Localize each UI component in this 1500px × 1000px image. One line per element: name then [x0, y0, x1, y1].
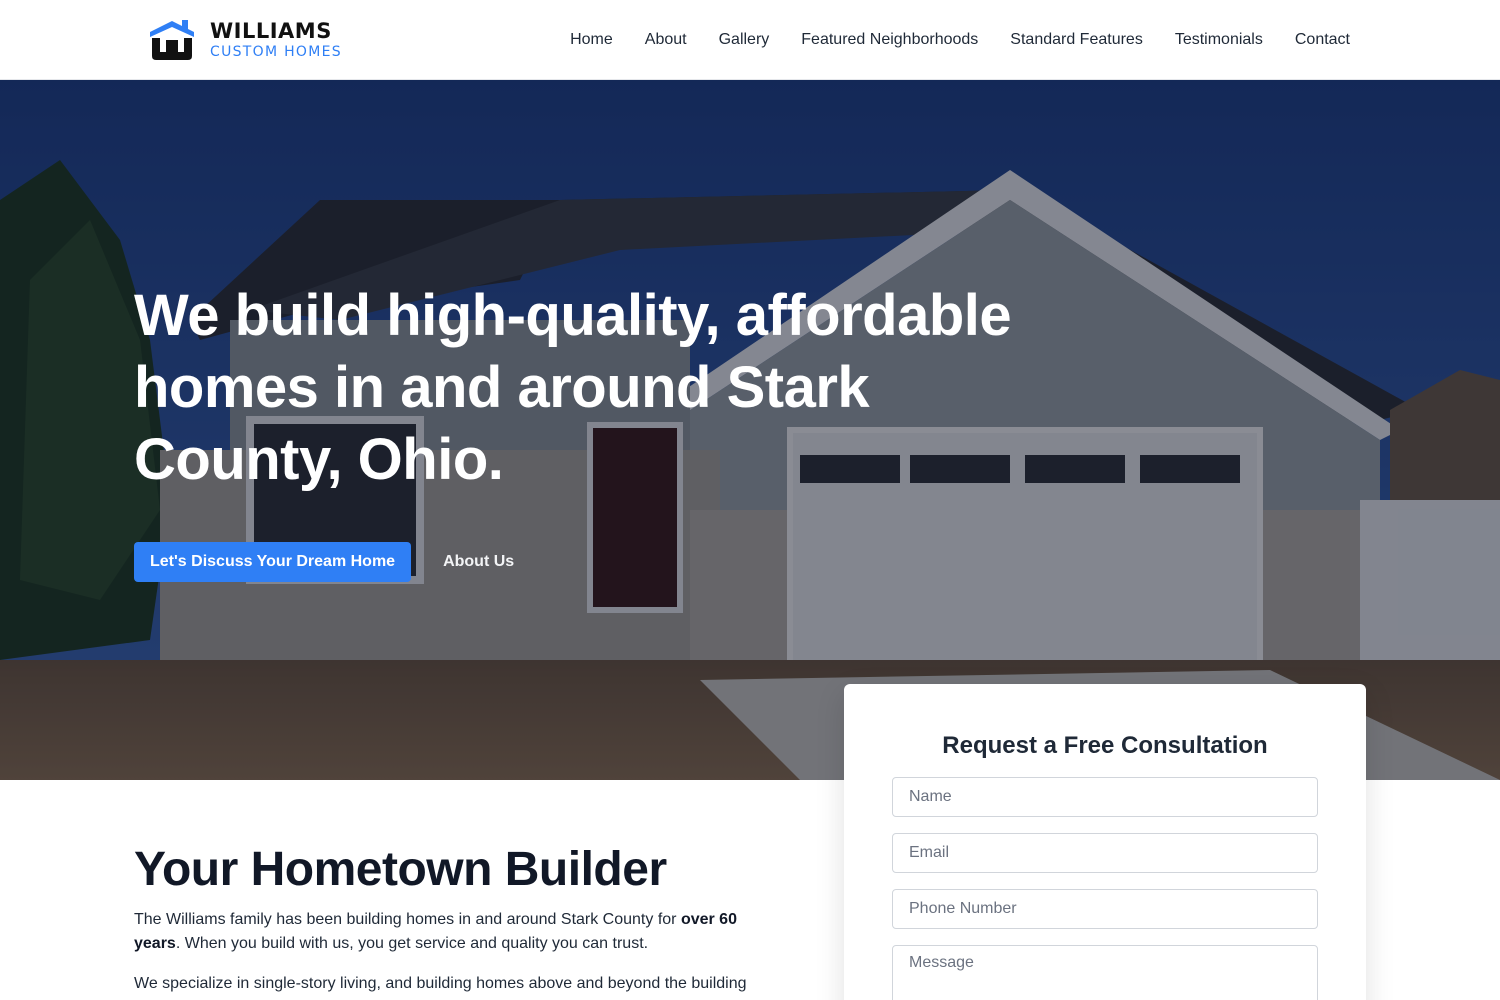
brand-logo[interactable]: WILLIAMS CUSTOM HOMES [148, 18, 342, 62]
site-header: WILLIAMS CUSTOM HOMES Home About Gallery… [0, 0, 1500, 80]
house-w-icon [148, 18, 196, 62]
about-p1-end: . When you build with us, you get servic… [175, 935, 649, 952]
email-field[interactable] [892, 833, 1318, 873]
hero-section: We build high-quality, affordable homes … [0, 80, 1500, 780]
consultation-title: Request a Free Consultation [942, 732, 1268, 759]
phone-field[interactable] [892, 889, 1318, 929]
nav-home[interactable]: Home [570, 31, 613, 49]
nav-featured-neighborhoods[interactable]: Featured Neighborhoods [801, 31, 978, 49]
nav-standard-features[interactable]: Standard Features [1010, 31, 1143, 49]
main-nav: Home About Gallery Featured Neighborhood… [570, 0, 1350, 80]
brand-name: WILLIAMS [210, 19, 332, 43]
hero-actions: Let's Discuss Your Dream Home About Us [134, 542, 514, 582]
nav-gallery[interactable]: Gallery [719, 31, 770, 49]
hero-title: We build high-quality, affordable homes … [134, 283, 1012, 492]
name-field[interactable] [892, 777, 1318, 817]
nav-contact[interactable]: Contact [1295, 31, 1350, 49]
consultation-form-card: Request a Free Consultation [844, 684, 1366, 1000]
nav-about[interactable]: About [645, 31, 687, 49]
about-paragraph-2: We specialize in single-story living, an… [134, 975, 747, 992]
message-field[interactable] [892, 945, 1318, 1000]
brand-text: WILLIAMS CUSTOM HOMES [210, 19, 342, 60]
about-us-link[interactable]: About Us [443, 553, 514, 571]
discuss-dream-home-button[interactable]: Let's Discuss Your Dream Home [134, 542, 412, 582]
nav-testimonials[interactable]: Testimonials [1175, 31, 1263, 49]
about-paragraph-1: The Williams family has been building ho… [134, 908, 774, 956]
brand-subname: CUSTOM HOMES [210, 44, 342, 60]
section-title: Your Hometown Builder [134, 843, 667, 896]
about-p1-start: The Williams family has been building ho… [134, 911, 681, 928]
